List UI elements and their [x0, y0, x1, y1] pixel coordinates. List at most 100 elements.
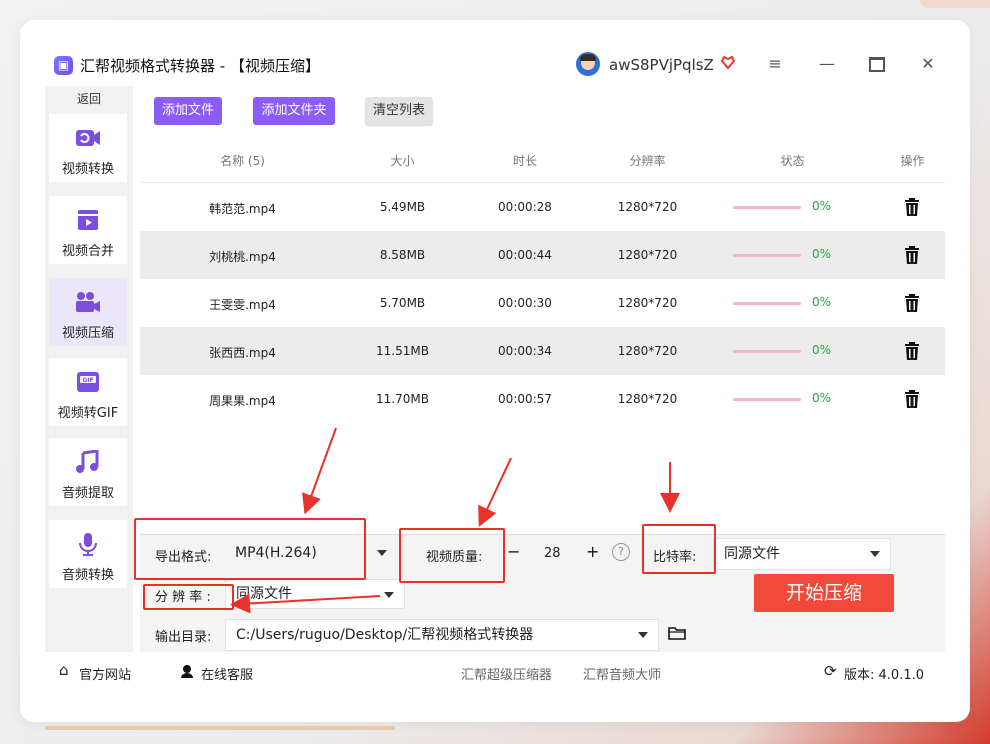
header-size[interactable]: 大小: [345, 152, 460, 169]
annotation-box-resolution: [143, 584, 234, 610]
video-compress-icon: [76, 292, 100, 312]
add-file-button[interactable]: 添加文件: [154, 97, 222, 125]
refresh-icon[interactable]: ⟳: [824, 662, 837, 680]
sidebar-item-audio-convert[interactable]: 音频转换: [49, 520, 127, 588]
video-merge-icon: [78, 210, 98, 230]
table-row[interactable]: 张西西.mp4 11.51MB 00:00:34 1280*720 0%: [140, 327, 945, 375]
file-duration: 00:00:57: [498, 392, 552, 406]
sidebar-item-label: 视频转GIF: [57, 406, 119, 421]
file-name: 周果果.mp4: [209, 394, 276, 408]
action-cell: [880, 327, 945, 375]
trash-icon[interactable]: [904, 198, 920, 216]
quality-plus-button[interactable]: +: [586, 542, 599, 561]
status-cell: 0%: [705, 279, 880, 327]
sidebar-item-audio-extract[interactable]: 音频提取: [49, 438, 127, 506]
file-resolution: 1280*720: [617, 296, 678, 310]
chevron-down-icon: [384, 592, 394, 598]
table-row[interactable]: 周果果.mp4 11.70MB 00:00:57 1280*720 0%: [140, 375, 945, 423]
sidebar-item-label: 视频合并: [61, 244, 114, 259]
trash-icon[interactable]: [904, 390, 920, 408]
header-duration[interactable]: 时长: [460, 152, 590, 169]
online-service-link[interactable]: 在线客服: [201, 664, 253, 683]
bitrate-select[interactable]: 同源文件: [713, 538, 891, 570]
header-status: 状态: [780, 154, 805, 168]
header-name[interactable]: 名称 (5): [140, 152, 345, 169]
table-row[interactable]: 刘桃桃.mp4 8.58MB 00:00:44 1280*720 0%: [140, 231, 945, 279]
progress-bar: [733, 398, 801, 401]
audio-master-link[interactable]: 汇帮音频大师: [583, 664, 661, 683]
quality-value[interactable]: 28: [544, 546, 561, 561]
file-duration: 00:00:34: [498, 344, 552, 358]
resolution-value: 同源文件: [236, 586, 292, 602]
sidebar-item-video-convert[interactable]: 视频转换: [49, 114, 127, 182]
file-resolution: 1280*720: [617, 248, 678, 262]
background-accent: [920, 0, 990, 8]
sidebar-item-video-merge[interactable]: 视频合并: [49, 196, 127, 264]
chevron-down-icon: [377, 550, 387, 556]
help-icon[interactable]: ?: [612, 543, 630, 561]
file-duration: 00:00:28: [498, 200, 552, 214]
annotation-box-quality: [399, 528, 505, 583]
sidebar-item-video-gif[interactable]: GIF 视频转GIF: [49, 358, 127, 426]
minimize-button[interactable]: —: [815, 52, 839, 76]
status-cell: 0%: [705, 231, 880, 279]
trash-icon[interactable]: [904, 246, 920, 264]
quality-minus-button[interactable]: −: [507, 542, 520, 561]
file-name: 张西西.mp4: [209, 346, 276, 360]
header-action: 操作: [900, 154, 925, 168]
user-avatar[interactable]: [576, 52, 600, 76]
resolution-select[interactable]: 同源文件: [225, 579, 405, 609]
super-compressor-link[interactable]: 汇帮超级压缩器: [461, 664, 552, 683]
table-row[interactable]: 韩范范.mp4 5.49MB 00:00:28 1280*720 0%: [140, 183, 945, 231]
official-website-link[interactable]: 官方网站: [79, 664, 131, 683]
header-resolution[interactable]: 分辨率: [590, 152, 705, 169]
progress-bar: [733, 254, 801, 257]
status-cell: 0%: [705, 183, 880, 231]
action-cell: [880, 375, 945, 423]
user-name[interactable]: awS8PVjPqlsZ: [609, 56, 714, 74]
maximize-icon: [869, 57, 885, 72]
trash-icon[interactable]: [904, 294, 920, 312]
file-size: 8.58MB: [379, 248, 426, 262]
progress-text: 0%: [812, 295, 832, 309]
file-duration: 00:00:30: [498, 296, 552, 310]
app-logo-icon: ▣: [54, 56, 73, 75]
file-resolution: 1280*720: [617, 200, 678, 214]
file-name: 刘桃桃.mp4: [209, 250, 276, 264]
close-button[interactable]: ✕: [916, 52, 940, 76]
file-name: 韩范范.mp4: [209, 202, 276, 216]
file-resolution: 1280*720: [617, 344, 678, 358]
output-dir-value: C:/Users/ruguo/Desktop/汇帮视频格式转换器: [236, 627, 534, 643]
video-convert-icon: [76, 130, 100, 146]
sidebar: 返回 视频转换 视频合并 视频压缩 GIF 视频转GIF 音频提取 音频转换: [45, 86, 133, 652]
sidebar-item-video-compress[interactable]: 视频压缩: [49, 278, 127, 346]
gif-icon: GIF: [77, 372, 99, 392]
annotation-box-format: [134, 518, 366, 580]
file-size: 5.70MB: [379, 296, 426, 310]
footer: ⌂ 官方网站 在线客服 汇帮超级压缩器 汇帮音频大师 ⟳ 版本: 4.0.1.0: [45, 652, 947, 690]
status-cell: 0%: [705, 375, 880, 423]
folder-icon[interactable]: [668, 626, 686, 640]
menu-button[interactable]: ≡: [763, 52, 787, 76]
back-button[interactable]: 返回: [45, 90, 133, 110]
add-folder-button[interactable]: 添加文件夹: [253, 97, 335, 125]
file-size: 5.49MB: [379, 200, 426, 214]
trash-icon[interactable]: [904, 342, 920, 360]
progress-bar: [733, 350, 801, 353]
bitrate-value: 同源文件: [724, 546, 780, 562]
action-cell: [880, 279, 945, 327]
microphone-icon: [79, 533, 97, 556]
file-resolution: 1280*720: [617, 392, 678, 406]
music-note-icon: [76, 450, 99, 473]
clear-list-button[interactable]: 清空列表: [365, 97, 433, 125]
table-header: 名称 (5) 大小 时长 分辨率 状态 操作: [140, 136, 945, 183]
background-accent-line: [45, 726, 395, 730]
start-compress-button[interactable]: 开始压缩: [754, 574, 894, 612]
annotation-box-bitrate: [642, 524, 716, 574]
file-duration: 00:00:44: [498, 248, 552, 262]
table-row[interactable]: 王雯雯.mp4 5.70MB 00:00:30 1280*720 0%: [140, 279, 945, 327]
vip-heart-icon[interactable]: [720, 54, 736, 74]
output-dir-select[interactable]: C:/Users/ruguo/Desktop/汇帮视频格式转换器: [225, 619, 659, 651]
maximize-button[interactable]: [865, 52, 889, 76]
chevron-down-icon: [870, 551, 880, 557]
